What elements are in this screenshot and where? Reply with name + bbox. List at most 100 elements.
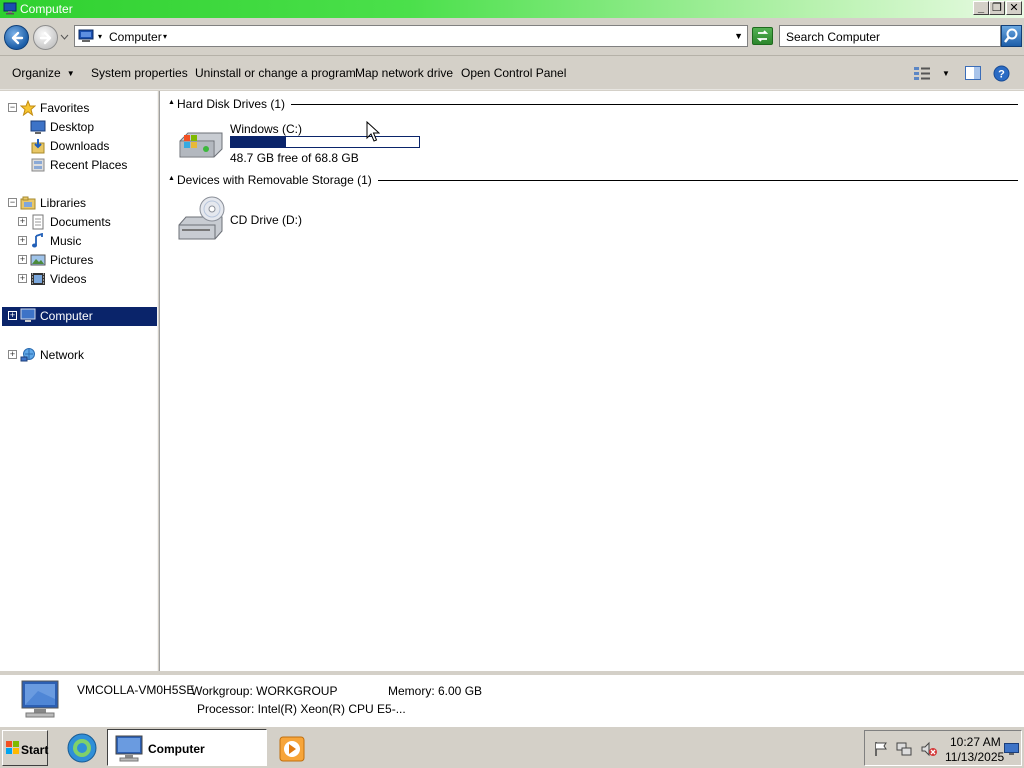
collapse-icon[interactable]: − [8,198,17,207]
map-network-drive-button[interactable]: Map network drive [355,66,453,80]
nav-libraries[interactable]: − Libraries [0,194,157,212]
taskbar: Start Computer 10:27 AM 11/13/2025 [0,726,1024,768]
mouse-cursor-icon [366,121,380,142]
search-input[interactable]: Search Computer [779,25,1001,47]
browser-quicklaunch-icon[interactable] [66,732,98,764]
documents-icon [32,214,44,230]
drive-c-free-space: 48.7 GB free of 68.8 GB [230,151,359,165]
command-bar: Organize ▼ System properties Uninstall or… [0,57,1024,90]
expand-icon[interactable]: + [18,217,27,226]
collapse-group-icon[interactable]: ▲ [168,175,175,182]
minimize-button[interactable]: _ [973,1,989,15]
change-view-icon[interactable] [913,66,931,80]
nav-pictures[interactable]: + Pictures [0,251,157,269]
close-button[interactable]: ✕ [1006,1,1022,15]
group-divider [177,104,1018,105]
cd-drive-icon [178,196,225,240]
collapse-icon[interactable]: − [8,103,17,112]
expand-icon[interactable]: + [8,350,17,359]
drive-c-usage-fill [231,137,286,147]
nav-desktop[interactable]: Desktop [0,118,157,136]
computer-icon [3,2,17,15]
drive-c-usage-bar [230,136,420,148]
nav-downloads[interactable]: Downloads [0,137,157,155]
nav-computer[interactable]: + Computer [2,307,157,326]
expand-icon[interactable]: + [18,255,27,264]
group-header-removable-storage[interactable]: ▲ Devices with Removable Storage (1) [160,172,1020,188]
restore-button[interactable]: ❐ [989,1,1005,15]
back-button[interactable] [4,25,29,50]
navigation-pane: − Favorites Desktop Downloads Recent Pla… [0,91,157,671]
uninstall-program-button[interactable]: Uninstall or change a program [195,66,356,80]
computer-name: VMCOLLA-VM0H5SE [77,683,195,697]
breadcrumb-computer[interactable]: Computer [109,30,162,44]
refresh-button[interactable] [752,27,773,45]
search-button[interactable] [1001,25,1022,47]
organize-button[interactable]: Organize ▼ [12,66,75,80]
downloads-icon [31,139,45,154]
pictures-icon [30,254,46,266]
memory: Memory: 6.00 GB [388,684,483,698]
clock-time[interactable]: 10:27 AM [950,735,1001,749]
taskbar-item-label: Computer [148,742,205,756]
star-icon [20,100,36,116]
recent-pages-dropdown-icon[interactable] [60,34,69,40]
open-control-panel-button[interactable]: Open Control Panel [461,66,566,80]
system-properties-button[interactable]: System properties [91,66,188,80]
collapse-group-icon[interactable]: ▲ [168,99,175,106]
breadcrumb-dropdown-icon[interactable]: ▾ [163,32,167,41]
workgroup: Workgroup: WORKGROUP [191,684,338,698]
volume-muted-icon[interactable] [920,741,938,757]
nav-documents[interactable]: + Documents [0,213,157,231]
recent-places-icon [31,158,45,172]
window-title: Computer [20,2,73,16]
details-pane: VMCOLLA-VM0H5SE Workgroup: WORKGROUP Mem… [0,671,1024,726]
computer-icon [21,680,59,718]
videos-icon [31,273,45,285]
computer-icon [78,29,94,42]
nav-recent-places[interactable]: Recent Places [0,156,157,174]
nav-favorites[interactable]: − Favorites [0,99,157,117]
music-icon [32,233,43,248]
title-bar: Computer _ ❐ ✕ [0,0,1024,18]
group-label: Hard Disk Drives (1) [177,97,292,111]
address-dropdown-icon[interactable]: ▼ [734,31,743,41]
computer-icon [115,735,143,762]
drive-d[interactable]: CD Drive (D:) [176,195,376,243]
group-header-hard-disk-drives[interactable]: ▲ Hard Disk Drives (1) [160,96,1020,112]
network-icon [20,348,35,362]
computer-icon [20,308,36,322]
action-center-flag-icon[interactable] [873,741,889,757]
system-tray: 10:27 AM 11/13/2025 [864,730,1022,766]
taskbar-item-computer[interactable]: Computer [107,729,267,766]
expand-icon[interactable]: + [18,274,27,283]
group-label: Devices with Removable Storage (1) [177,173,378,187]
nav-network[interactable]: + Network [0,346,157,364]
back-arrow-icon [11,31,24,45]
view-options-dropdown-icon[interactable]: ▼ [942,69,950,78]
help-icon[interactable]: ? [993,65,1010,82]
forward-button[interactable] [33,25,58,50]
search-icon [1004,28,1018,43]
breadcrumb-separator-icon[interactable]: ▾ [98,32,102,41]
network-status-icon[interactable] [896,741,912,757]
expand-icon[interactable]: + [18,236,27,245]
media-player-icon[interactable] [279,736,305,762]
start-button[interactable]: Start [2,730,48,766]
search-placeholder: Search Computer [786,30,881,44]
clock-date[interactable]: 11/13/2025 [945,750,1004,764]
content-area: ▲ Hard Disk Drives (1) Windows (C:) 48.7… [160,91,1024,671]
drive-d-name: CD Drive (D:) [230,213,302,227]
nav-music[interactable]: + Music [0,232,157,250]
address-bar[interactable]: ▾ Computer ▾ ▼ [74,25,748,47]
organize-label: Organize [12,66,61,80]
windows-logo-icon [6,741,19,754]
processor: Processor: Intel(R) Xeon(R) CPU E5-... [197,702,406,716]
show-desktop-icon[interactable] [1004,743,1019,755]
preview-pane-icon[interactable] [965,66,981,80]
expand-icon[interactable]: + [8,311,17,320]
nav-videos[interactable]: + Videos [0,270,157,288]
svg-text:?: ? [998,69,1005,81]
drive-c[interactable]: Windows (C:) 48.7 GB free of 68.8 GB [176,121,426,165]
desktop-icon [30,120,46,134]
